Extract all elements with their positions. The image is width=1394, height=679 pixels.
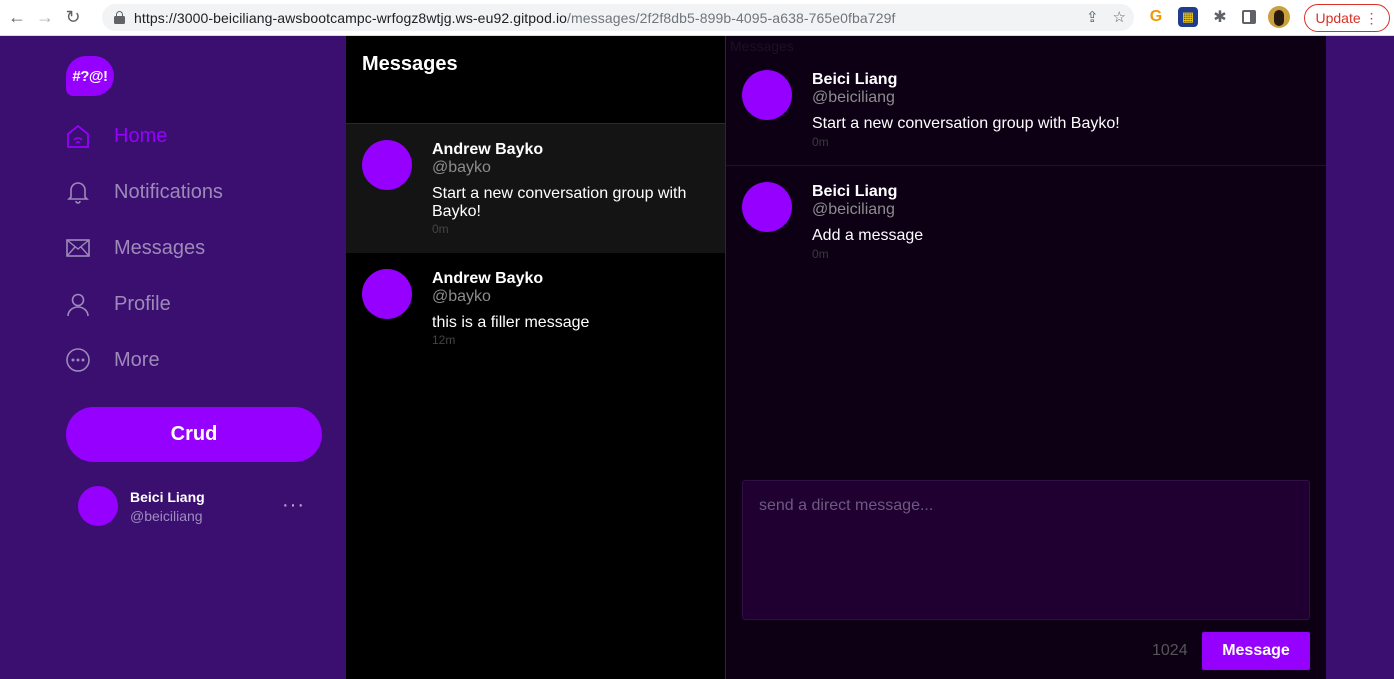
- share-icon[interactable]: ⇪: [1086, 8, 1099, 26]
- group-name: Andrew Bayko: [432, 270, 544, 287]
- more-options-icon[interactable]: ···: [282, 494, 305, 517]
- puzzle-extensions-icon[interactable]: ✱: [1210, 7, 1230, 27]
- browser-toolbar: ← → ↻ https://3000-beiciliang-awsbootcam…: [0, 0, 1394, 36]
- page-title: Messages: [362, 53, 458, 75]
- message-time: 0m: [812, 135, 829, 149]
- message-text: Add a message: [812, 227, 924, 244]
- home-icon: [64, 122, 92, 150]
- current-user-name: Beici Liang: [130, 489, 205, 505]
- extension-icon[interactable]: ▦: [1178, 7, 1198, 27]
- message-group-item[interactable]: Andrew Bayko @bayko Start a new conversa…: [346, 124, 725, 253]
- nav-item-more[interactable]: More: [64, 340, 160, 380]
- message-item: Beici Liang @beiciliang Start a new conv…: [726, 54, 1326, 164]
- group-last-message: this is a filler message: [432, 314, 590, 331]
- direct-message-input[interactable]: [742, 480, 1310, 620]
- url-actions: ⇪ ☆: [1086, 8, 1126, 26]
- logo-icon[interactable]: #?@!: [66, 56, 114, 96]
- update-button[interactable]: Update ⋮: [1304, 4, 1390, 32]
- avatar: [78, 486, 118, 526]
- nav-item-profile[interactable]: Profile: [64, 284, 171, 324]
- conversation-title: Messages: [730, 38, 794, 54]
- group-time: 0m: [432, 222, 449, 236]
- send-message-button[interactable]: Message: [1202, 632, 1310, 670]
- crud-button[interactable]: Crud: [66, 407, 322, 462]
- message-author-handle: @beiciliang: [812, 89, 895, 106]
- user-icon: [64, 290, 92, 318]
- group-handle: @bayko: [432, 159, 491, 176]
- more-circle-icon: [64, 346, 92, 374]
- app-root: #?@! Home Notifications Messages Profile: [0, 36, 1394, 679]
- group-name: Andrew Bayko: [432, 141, 544, 158]
- group-handle: @bayko: [432, 288, 491, 305]
- nav-item-home[interactable]: Home: [64, 116, 167, 156]
- message-group-item[interactable]: Andrew Bayko @bayko this is a filler mes…: [346, 253, 725, 363]
- message-author-name: Beici Liang: [812, 71, 898, 88]
- background-fill: [1326, 36, 1394, 679]
- avatar: [742, 182, 792, 232]
- current-user-card[interactable]: Beici Liang @beiciliang ···: [78, 486, 318, 526]
- message-item: Beici Liang @beiciliang Add a message 0m: [726, 166, 1326, 276]
- avatar: [362, 140, 412, 190]
- message-author-name: Beici Liang: [812, 183, 898, 200]
- profile-avatar-icon[interactable]: [1268, 6, 1290, 28]
- current-user-handle: @beiciliang: [130, 508, 203, 524]
- avatar: [362, 269, 412, 319]
- character-count: 1024: [1152, 642, 1188, 659]
- lock-icon[interactable]: [114, 11, 125, 24]
- message-groups-panel: Messages Andrew Bayko @bayko Start a new…: [346, 36, 726, 679]
- back-button[interactable]: ←: [6, 7, 28, 29]
- group-last-message: Start a new conversation group with Bayk…: [432, 185, 687, 220]
- avatar: [742, 70, 792, 120]
- kebab-menu-icon: ⋮: [1364, 9, 1379, 26]
- bookmark-star-icon[interactable]: ☆: [1113, 8, 1126, 26]
- group-time: 12m: [432, 333, 456, 347]
- reload-button[interactable]: ↻: [62, 7, 84, 29]
- conversation-panel: Messages Beici Liang @beiciliang Start a…: [726, 36, 1326, 679]
- url-text[interactable]: https://3000-beiciliang-awsbootcampc-wrf…: [134, 10, 895, 26]
- grammarly-extension-icon[interactable]: G: [1146, 7, 1166, 27]
- message-author-handle: @beiciliang: [812, 201, 895, 218]
- side-panel-icon[interactable]: [1242, 10, 1256, 24]
- nav-item-notifications[interactable]: Notifications: [64, 172, 223, 212]
- sidebar: #?@! Home Notifications Messages Profile: [0, 36, 346, 679]
- nav-item-messages[interactable]: Messages: [64, 228, 205, 268]
- bell-icon: [64, 178, 92, 206]
- address-bar[interactable]: https://3000-beiciliang-awsbootcampc-wrf…: [102, 4, 1134, 31]
- forward-button[interactable]: →: [34, 7, 56, 29]
- extensions-area: G ▦ ✱: [1146, 6, 1290, 28]
- message-time: 0m: [812, 247, 829, 261]
- envelope-icon: [64, 234, 92, 262]
- message-text: Start a new conversation group with Bayk…: [812, 115, 1120, 132]
